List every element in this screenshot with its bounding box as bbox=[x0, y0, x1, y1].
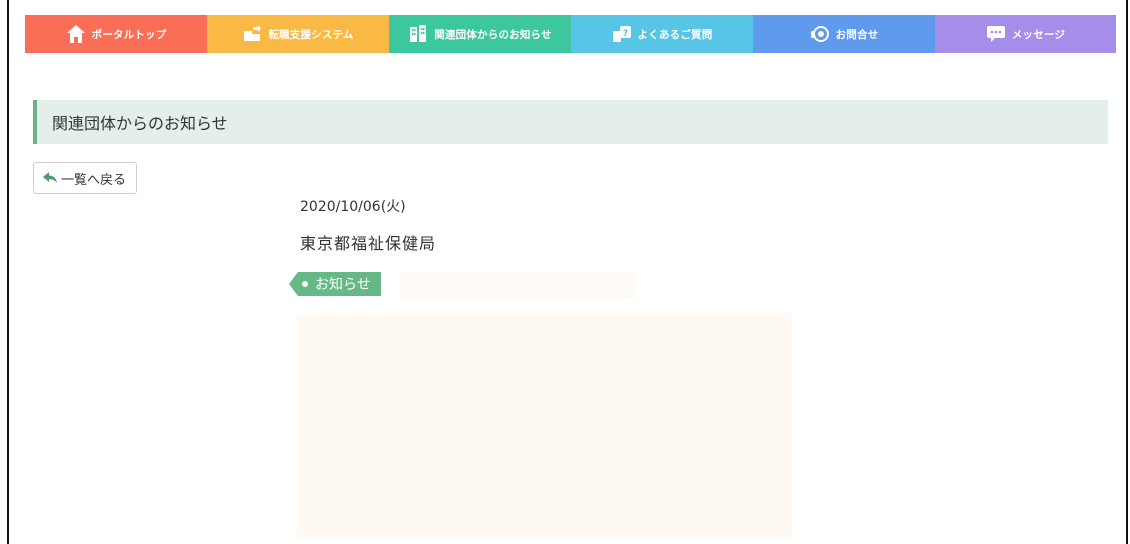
building-icon bbox=[410, 25, 427, 42]
section-title: 関連団体からのお知らせ bbox=[52, 114, 228, 133]
svg-text:?: ? bbox=[622, 29, 627, 39]
nav-item-label: よくあるご質問 bbox=[637, 28, 713, 41]
tag-dot-icon bbox=[302, 281, 308, 287]
nav-item-job-support[interactable]: 転職支援システム bbox=[207, 15, 389, 53]
nav-item-faq[interactable]: ? よくあるご質問 bbox=[571, 15, 753, 53]
back-to-list-button[interactable]: 一覧へ戻る bbox=[33, 162, 137, 194]
category-tag: お知らせ bbox=[289, 272, 381, 296]
nav-item-label: ポータルトップ bbox=[91, 28, 167, 41]
nav-item-contact[interactable]: お問合せ bbox=[753, 15, 935, 53]
tag-label: お知らせ bbox=[315, 277, 371, 293]
headset-icon bbox=[810, 26, 829, 42]
article-organization: 東京都福祉保健局 bbox=[300, 234, 437, 253]
question-icon: ? bbox=[612, 26, 631, 42]
nav-item-label: 転職支援システム bbox=[268, 28, 354, 41]
global-nav: ポータルトップ 転職支援システム 関連団体からのお知らせ ? よくあるご質問 お… bbox=[25, 15, 1116, 53]
nav-item-related-news[interactable]: 関連団体からのお知らせ bbox=[389, 15, 571, 53]
nav-item-message[interactable]: メッセージ bbox=[935, 15, 1116, 53]
chat-icon bbox=[986, 26, 1005, 42]
reply-arrow-icon bbox=[43, 172, 57, 183]
article-content bbox=[297, 313, 792, 537]
nav-item-portal-top[interactable]: ポータルトップ bbox=[25, 15, 207, 53]
back-button-label: 一覧へ戻る bbox=[61, 172, 127, 188]
tag-point bbox=[289, 272, 298, 296]
nav-item-label: メッセージ bbox=[1011, 28, 1066, 41]
home-icon bbox=[66, 25, 85, 43]
tag-body: お知らせ bbox=[298, 272, 381, 296]
article-date: 2020/10/06(火) bbox=[300, 199, 406, 215]
transfer-icon bbox=[244, 25, 262, 41]
article-title-area bbox=[400, 272, 636, 298]
section-header: 関連団体からのお知らせ bbox=[33, 100, 1108, 144]
nav-item-label: 関連団体からのお知らせ bbox=[434, 28, 552, 41]
nav-item-label: お問合せ bbox=[835, 28, 879, 41]
